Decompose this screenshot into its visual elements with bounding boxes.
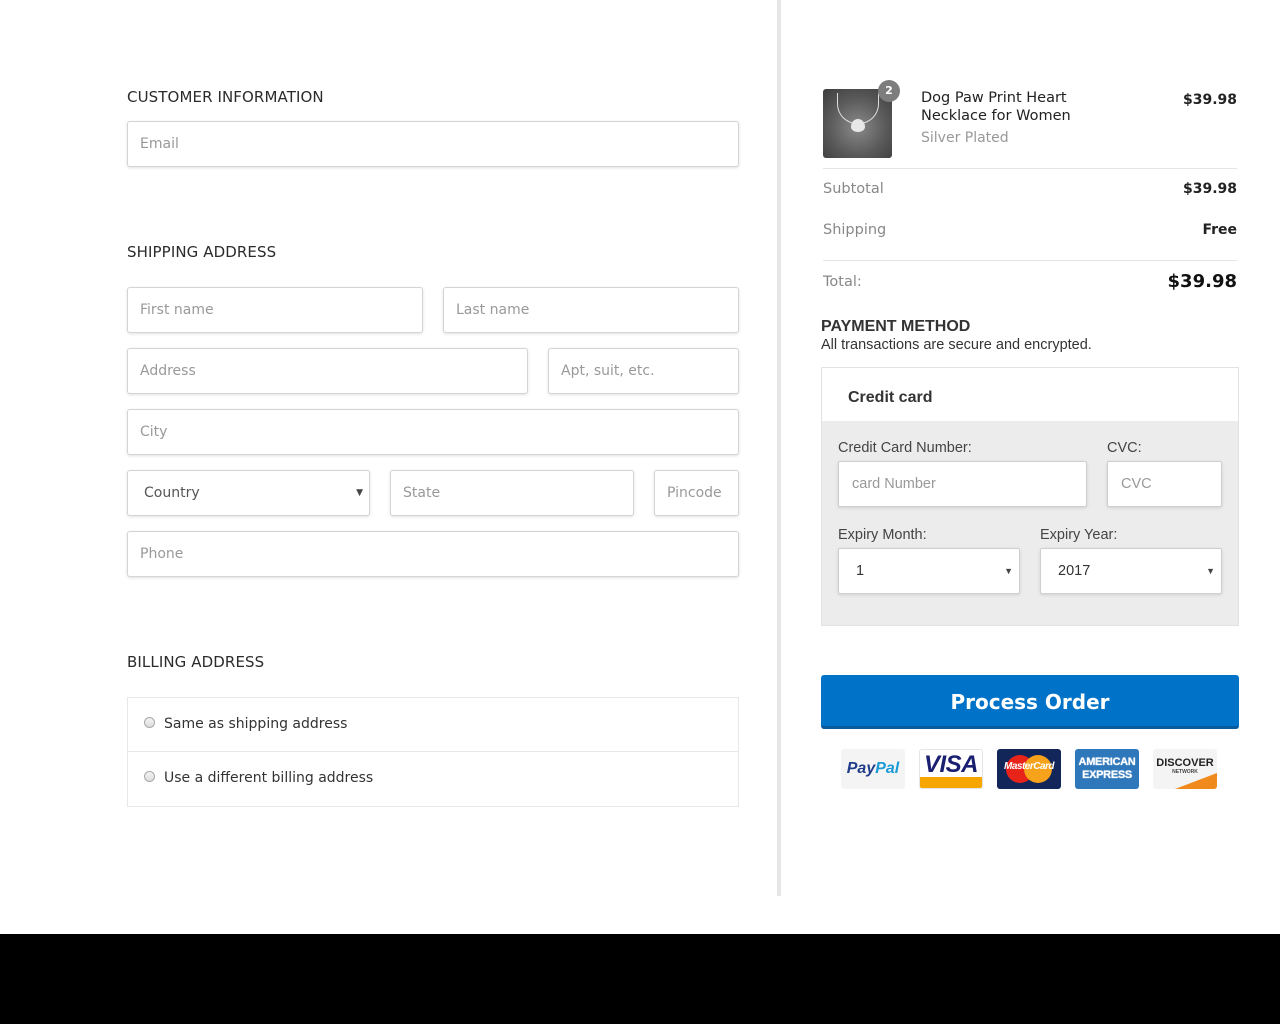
expiry-year-select[interactable]: 2017 ▼ bbox=[1040, 548, 1222, 594]
discover-orange-corner bbox=[1175, 773, 1217, 789]
payment-method-title: PAYMENT METHOD bbox=[821, 318, 971, 335]
last-name-placeholder: Last name bbox=[456, 302, 530, 318]
paypal-logo: PayPal bbox=[841, 749, 905, 789]
payment-method-subtitle: All transactions are secure and encrypte… bbox=[821, 337, 1092, 353]
visa-logo: VISA bbox=[919, 749, 983, 789]
visa-logo-text: VISA bbox=[923, 751, 979, 778]
state-field[interactable]: State bbox=[390, 470, 634, 516]
expiry-month-value: 1 bbox=[856, 563, 865, 579]
radio-same-as-shipping[interactable] bbox=[144, 717, 155, 728]
credit-card-panel: Credit card Credit Card Number: card Num… bbox=[821, 367, 1239, 626]
billing-option-different-label[interactable]: Use a different billing address bbox=[164, 770, 373, 786]
billing-options: Same as shipping address Use a different… bbox=[127, 697, 739, 807]
billing-option-same-label[interactable]: Same as shipping address bbox=[164, 716, 347, 732]
subtotal-value: $39.98 bbox=[1182, 181, 1237, 197]
country-selected-value: Country bbox=[144, 485, 200, 501]
apt-placeholder: Apt, suit, etc. bbox=[561, 363, 655, 379]
paw-pendant bbox=[851, 119, 865, 132]
product-variant: Silver Plated bbox=[921, 130, 1009, 146]
expiry-month-label: Expiry Month: bbox=[838, 527, 927, 543]
shipping-label: Shipping bbox=[823, 222, 887, 238]
cvc-label: CVC: bbox=[1107, 440, 1142, 456]
billing-address-title: BILLING ADDRESS bbox=[127, 653, 265, 671]
phone-field[interactable]: Phone bbox=[127, 531, 739, 577]
process-order-button[interactable]: Process Order bbox=[821, 675, 1239, 729]
paypal-logo-text-a: Pay bbox=[846, 760, 876, 777]
discover-logo-text: DISCOVER bbox=[1156, 757, 1214, 769]
chevron-down-icon: ▼ bbox=[1004, 566, 1013, 576]
pincode-placeholder: Pincode bbox=[667, 485, 722, 501]
billing-option-same[interactable]: Same as shipping address bbox=[128, 698, 738, 752]
email-placeholder: Email bbox=[140, 136, 179, 152]
country-select[interactable]: Country ▼ bbox=[127, 470, 370, 516]
discover-logo-subtext: NETWORK bbox=[1172, 769, 1198, 775]
state-placeholder: State bbox=[403, 485, 441, 501]
amex-logo-text-a: AMERICAN bbox=[1078, 756, 1136, 768]
subtotal-label: Subtotal bbox=[823, 181, 884, 197]
shipping-address-title: SHIPPING ADDRESS bbox=[127, 243, 277, 261]
last-name-field[interactable]: Last name bbox=[443, 287, 739, 333]
visa-stripe bbox=[920, 777, 982, 788]
shipping-value: Free bbox=[1202, 222, 1237, 238]
address-field[interactable]: Address bbox=[127, 348, 528, 394]
first-name-field[interactable]: First name bbox=[127, 287, 423, 333]
column-divider bbox=[777, 0, 781, 896]
amex-logo-text-b: EXPRESS bbox=[1082, 769, 1132, 781]
summary-divider bbox=[823, 168, 1237, 169]
card-number-label: Credit Card Number: bbox=[838, 440, 972, 456]
bottom-black-bar bbox=[0, 934, 1280, 1024]
credit-card-tab-label: Credit card bbox=[848, 389, 933, 406]
mastercard-logo-text: MasterCard bbox=[1003, 761, 1055, 772]
mastercard-logo: MasterCard bbox=[997, 749, 1061, 789]
email-field[interactable]: Email bbox=[127, 121, 739, 167]
city-placeholder: City bbox=[140, 424, 168, 440]
phone-placeholder: Phone bbox=[140, 546, 184, 562]
cvc-placeholder: CVC bbox=[1121, 476, 1152, 492]
expiry-month-select[interactable]: 1 ▼ bbox=[838, 548, 1020, 594]
product-name: Dog Paw Print Heart Necklace for Women bbox=[921, 90, 1071, 124]
card-number-placeholder: card Number bbox=[852, 476, 936, 492]
first-name-placeholder: First name bbox=[140, 302, 214, 318]
total-label: Total: bbox=[823, 274, 862, 290]
chevron-down-icon: ▼ bbox=[356, 488, 363, 498]
pincode-field[interactable]: Pincode bbox=[654, 470, 739, 516]
quantity-badge: 2 bbox=[878, 80, 900, 102]
total-value: $39.98 bbox=[1167, 271, 1237, 292]
credit-card-tab[interactable]: Credit card bbox=[822, 368, 1238, 421]
product-price: $39.98 bbox=[1182, 92, 1237, 108]
radio-different-billing[interactable] bbox=[144, 771, 155, 782]
amex-logo: AMERICAN EXPRESS bbox=[1075, 749, 1139, 789]
expiry-year-label: Expiry Year: bbox=[1040, 527, 1118, 543]
city-field[interactable]: City bbox=[127, 409, 739, 455]
discover-logo: DISCOVER NETWORK bbox=[1153, 749, 1217, 789]
apt-field[interactable]: Apt, suit, etc. bbox=[548, 348, 739, 394]
billing-option-different[interactable]: Use a different billing address bbox=[128, 752, 738, 806]
total-divider bbox=[823, 260, 1237, 261]
address-placeholder: Address bbox=[140, 363, 196, 379]
customer-info-title: CUSTOMER INFORMATION bbox=[127, 88, 324, 106]
paypal-logo-text-b: Pal bbox=[875, 760, 900, 777]
expiry-year-value: 2017 bbox=[1058, 563, 1091, 579]
cvc-input[interactable]: CVC bbox=[1107, 461, 1222, 507]
chevron-down-icon: ▼ bbox=[1206, 566, 1215, 576]
card-number-input[interactable]: card Number bbox=[838, 461, 1087, 507]
